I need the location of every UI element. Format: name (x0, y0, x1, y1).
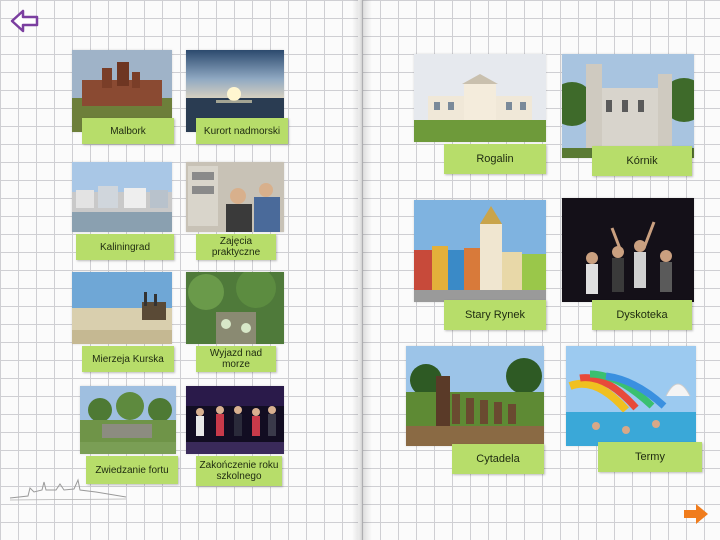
photo-kornik[interactable] (562, 54, 694, 158)
label-kaliningrad: Kaliningrad (76, 234, 174, 260)
label-termy: Termy (598, 442, 702, 472)
arrow-left-icon[interactable] (10, 8, 40, 34)
photo-kaliningrad[interactable] (72, 162, 172, 232)
book-spine (352, 0, 372, 540)
label-zwiedzanie-fortu: Zwiedzanie fortu (86, 456, 178, 484)
label-stary-rynek: Stary Rynek (444, 300, 546, 330)
label-cytadela: Cytadela (452, 444, 544, 474)
photo-dyskoteka[interactable] (562, 198, 694, 302)
photo-stary-rynek[interactable] (414, 200, 546, 302)
photo-zajecia-praktyczne[interactable] (186, 162, 284, 232)
label-kornik: Kórnik (592, 146, 692, 176)
label-mierzeja-kurska: Mierzeja Kurska (82, 346, 174, 372)
label-kurort-nadmorski: Kurort nadmorski (196, 118, 288, 144)
label-zajecia-praktyczne: Zajęcia praktyczne (196, 234, 276, 260)
label-dyskoteka: Dyskoteka (592, 300, 692, 330)
arrow-right-icon[interactable] (682, 502, 710, 526)
label-malbork: Malbork (82, 118, 174, 144)
photo-rogalin[interactable] (414, 54, 546, 142)
label-wyjazd-nad-morze: Wyjazd nad morze (196, 346, 276, 372)
left-page (0, 0, 358, 540)
photo-mierzeja-kurska[interactable] (72, 272, 172, 344)
label-zakonczenie-roku: Zakończenie roku szkolnego (196, 456, 282, 486)
photo-cytadela[interactable] (406, 346, 544, 446)
label-rogalin: Rogalin (444, 144, 546, 174)
photo-wyjazd-nad-morze[interactable] (186, 272, 284, 344)
photo-zakonczenie-roku[interactable] (186, 386, 284, 454)
photo-termy[interactable] (566, 346, 696, 446)
photo-zwiedzanie-fortu[interactable] (80, 386, 176, 454)
